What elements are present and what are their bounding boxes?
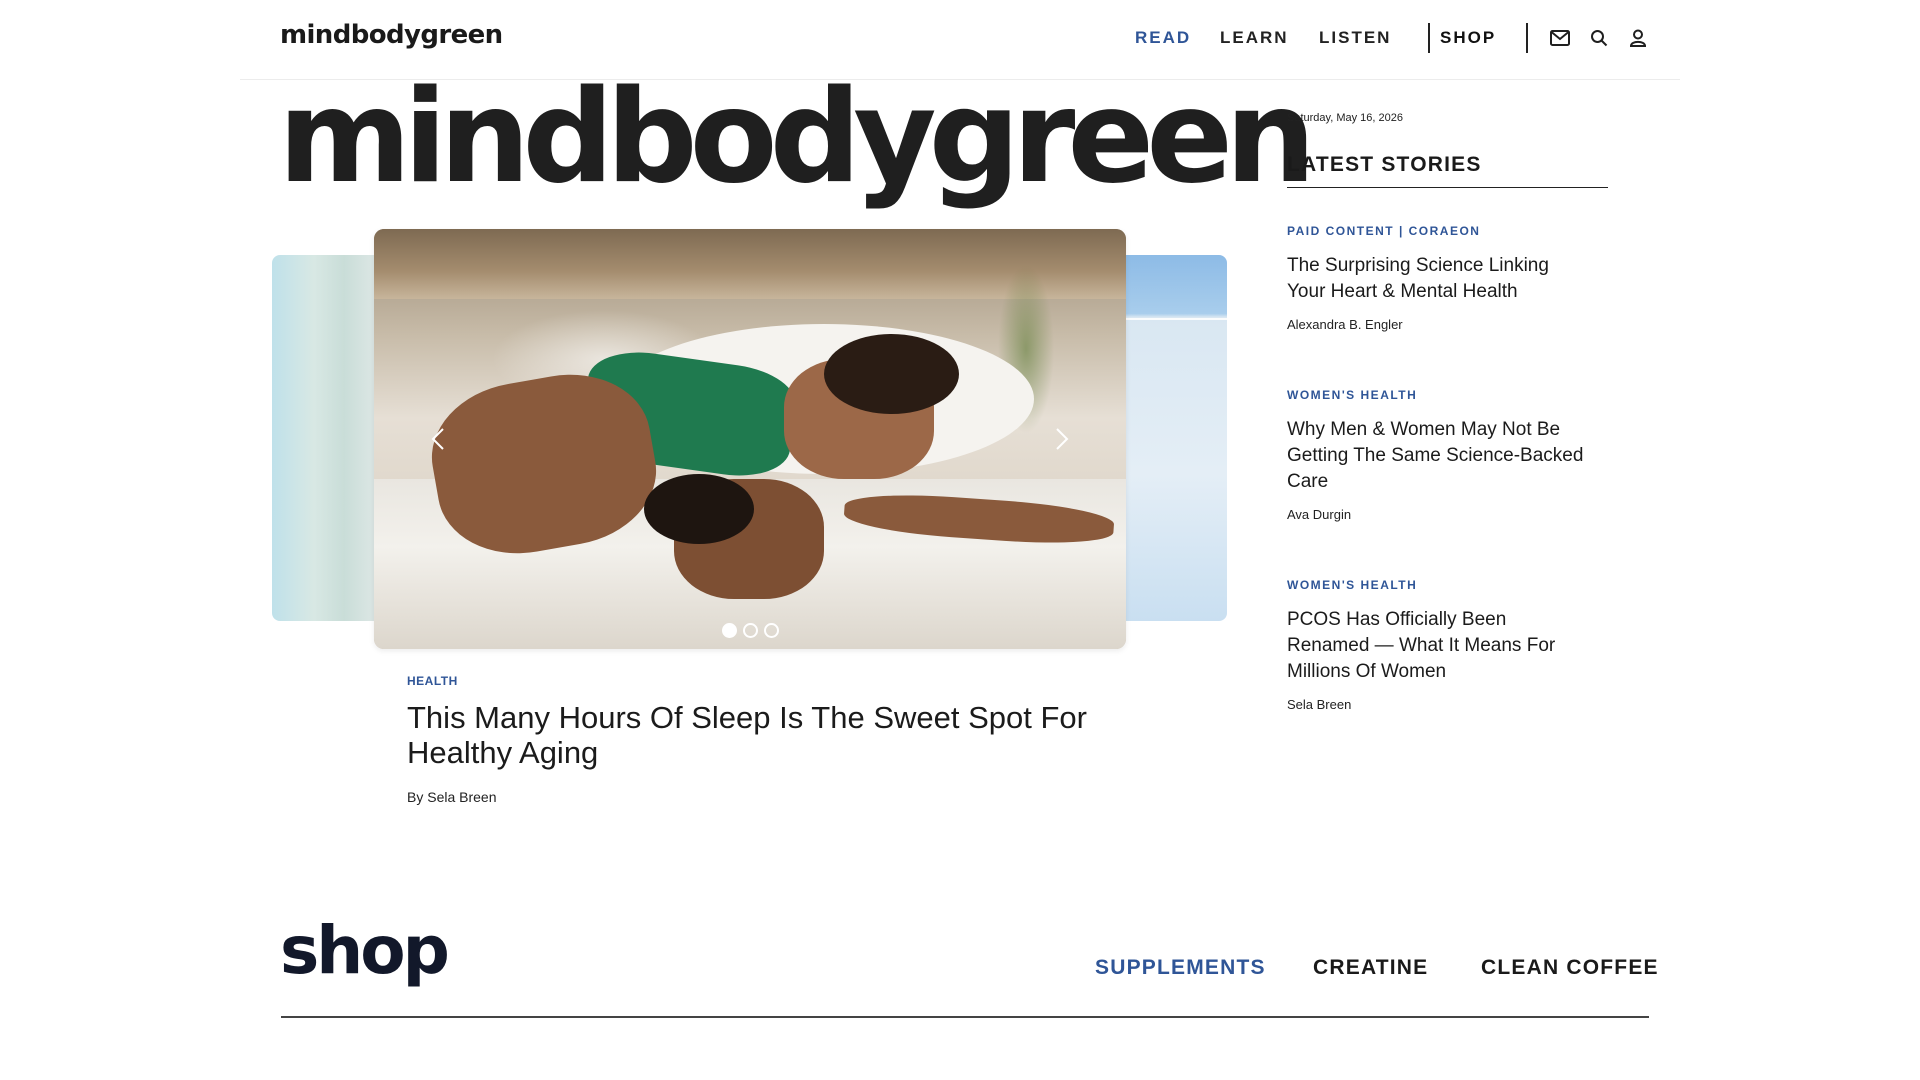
carousel-pagination (722, 623, 779, 638)
carousel-prev-arrow-icon[interactable] (425, 425, 453, 453)
latest-story: WOMEN'S HEALTH Why Men & Women May Not B… (1287, 388, 1587, 522)
story-author: Ava Durgin (1287, 507, 1352, 522)
story-title[interactable]: PCOS Has Officially Been Renamed — What … (1287, 607, 1587, 685)
latest-stories-heading: LATEST STORIES (1287, 153, 1482, 176)
shop-link-clean-coffee[interactable]: CLEAN COFFEE (1481, 956, 1659, 980)
carousel-dot-3[interactable] (764, 623, 779, 638)
latest-story: WOMEN'S HEALTH PCOS Has Officially Been … (1287, 578, 1587, 712)
story-title[interactable]: Why Men & Women May Not Be Getting The S… (1287, 417, 1587, 495)
nav-divider (1428, 23, 1430, 53)
nav-shop[interactable]: SHOP (1440, 28, 1496, 48)
carousel-dot-1[interactable] (722, 623, 737, 638)
story-author: Alexandra B. Engler (1287, 317, 1403, 332)
slide-photo-hair-man (824, 334, 959, 414)
story-author: Sela Breen (1287, 697, 1352, 712)
latest-stories-rule (1287, 187, 1608, 188)
shop-link-supplements[interactable]: SUPPLEMENTS (1095, 956, 1266, 980)
carousel-next-slide-preview[interactable] (1110, 255, 1227, 621)
carousel-main-slide[interactable] (374, 229, 1126, 649)
nav-listen[interactable]: LISTEN (1319, 28, 1391, 48)
shop-link-creatine[interactable]: CREATINE (1313, 956, 1428, 980)
latest-story: PAID CONTENT | CORAEON The Surprising Sc… (1287, 224, 1587, 332)
story-category[interactable]: WOMEN'S HEALTH (1287, 578, 1587, 592)
featured-category[interactable]: HEALTH (407, 674, 458, 688)
search-icon[interactable] (1587, 26, 1611, 50)
hero-wordmark: mindbodygreen (278, 63, 1316, 212)
shop-heading: shop (280, 912, 450, 989)
nav-divider (1526, 23, 1528, 53)
nav-read[interactable]: READ (1135, 28, 1191, 48)
carousel-next-arrow-icon[interactable] (1047, 425, 1075, 453)
featured-author: By Sela Breen (407, 789, 497, 805)
nav-learn[interactable]: LEARN (1220, 28, 1289, 48)
story-category[interactable]: WOMEN'S HEALTH (1287, 388, 1587, 402)
site-logo[interactable]: mindbodygreen (280, 20, 503, 50)
story-title[interactable]: The Surprising Science Linking Your Hear… (1287, 253, 1587, 305)
user-icon[interactable] (1626, 26, 1650, 50)
mail-icon[interactable] (1548, 26, 1572, 50)
featured-title[interactable]: This Many Hours Of Sleep Is The Sweet Sp… (407, 700, 1127, 770)
shop-divider (281, 1016, 1649, 1018)
story-category[interactable]: PAID CONTENT | CORAEON (1287, 224, 1587, 238)
slide-photo-hair-woman (644, 474, 754, 544)
carousel-dot-2[interactable] (743, 623, 758, 638)
current-date: Saturday, May 16, 2026 (1287, 112, 1403, 124)
